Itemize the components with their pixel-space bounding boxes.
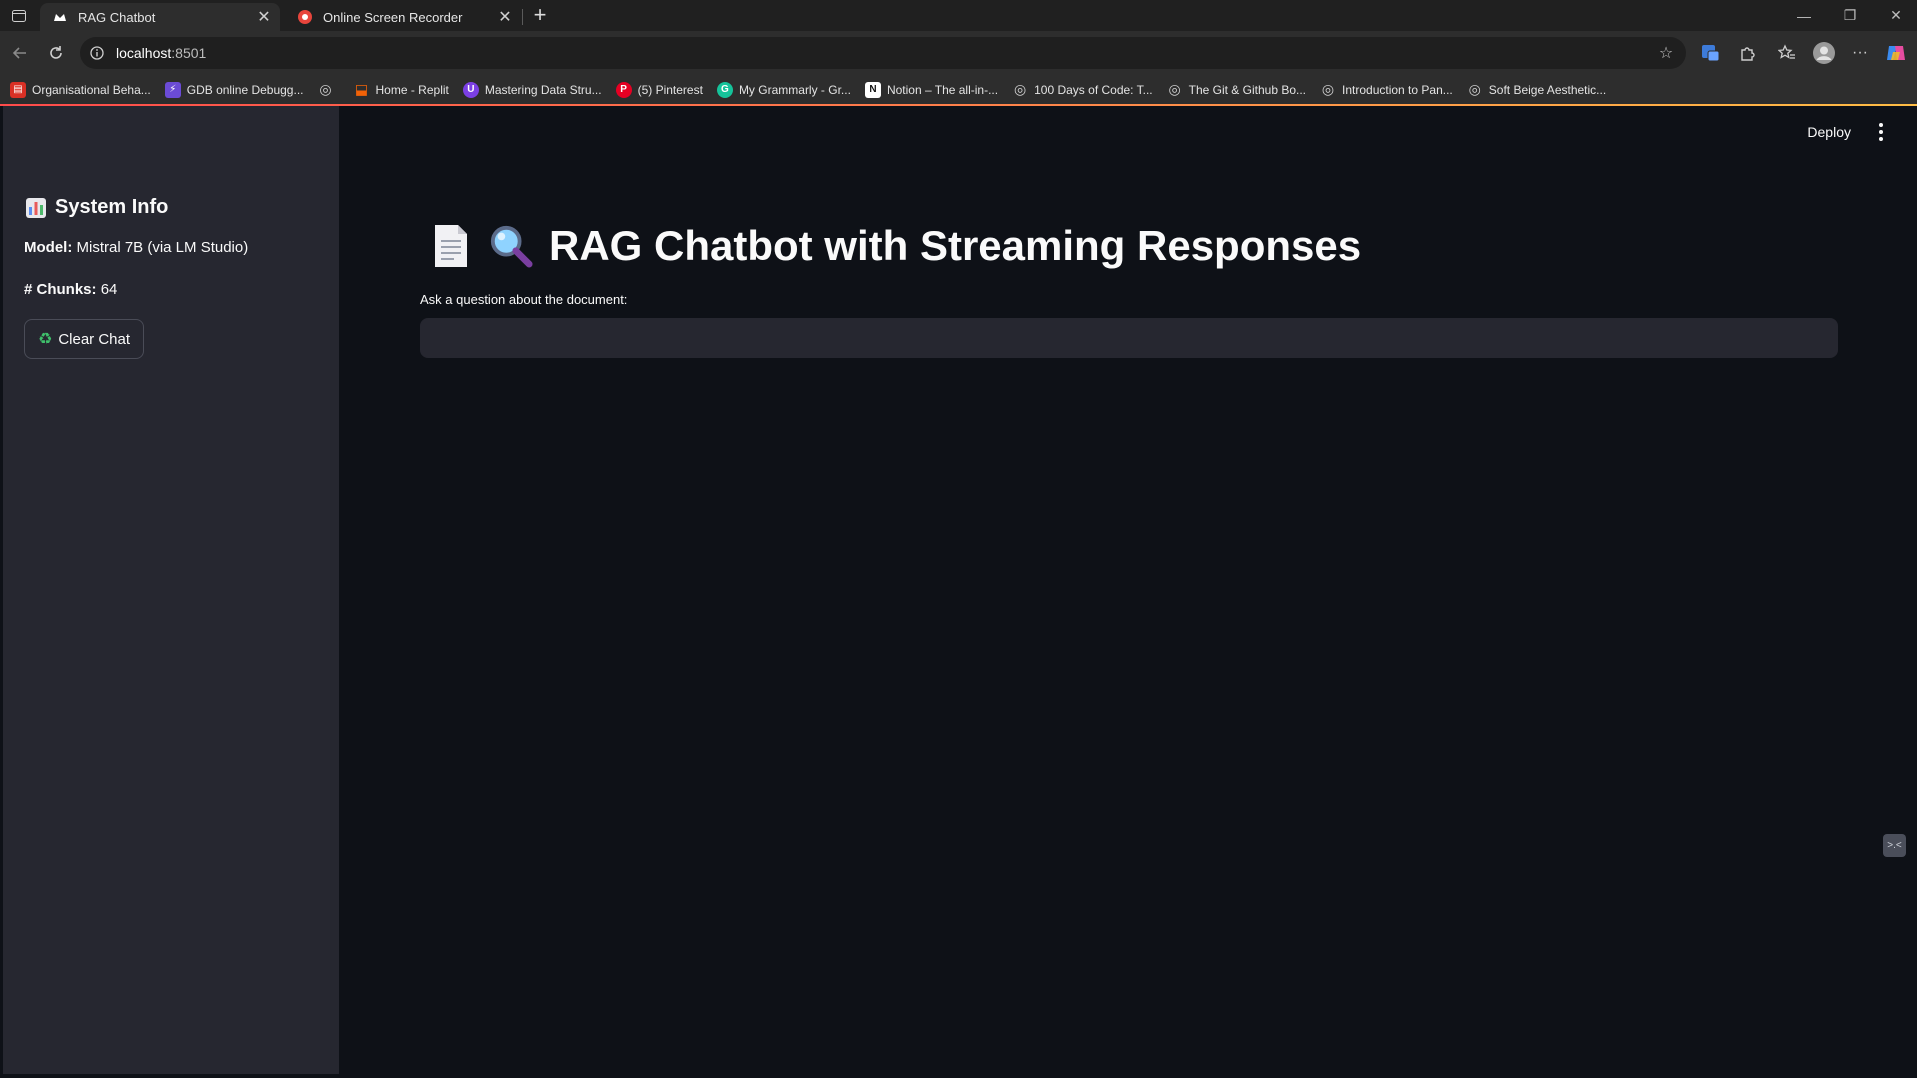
model-info: Model: Mistral 7B (via LM Studio)	[24, 239, 248, 256]
model-label: Model:	[24, 239, 73, 256]
bookmark-item[interactable]: ◎ Introduction to Pan...	[1320, 78, 1459, 102]
restore-window-button[interactable]: ❐	[1827, 0, 1873, 31]
streamlit-status-widget-icon[interactable]: >.<	[1883, 834, 1906, 857]
bookmark-item[interactable]: ⚡ GDB online Debugg...	[164, 78, 310, 102]
profile-avatar-icon[interactable]	[1810, 39, 1838, 67]
favorites-icon[interactable]	[1773, 39, 1801, 67]
bookmark-label: Notion – The all-in-...	[886, 82, 999, 97]
back-arrow-icon[interactable]	[6, 39, 34, 67]
bookmark-label: Mastering Data Stru...	[484, 82, 602, 97]
chunks-label: # Chunks:	[24, 281, 97, 298]
tab-title: RAG Chatbot	[78, 9, 156, 25]
document-icon	[429, 222, 473, 270]
bookmark-item[interactable]: U Mastering Data Stru...	[462, 78, 608, 102]
copilot-icon[interactable]	[1882, 39, 1910, 67]
url-port: :8501	[171, 45, 207, 61]
bookmark-label: Introduction to Pan...	[1342, 82, 1453, 97]
bookmark-label: 100 Days of Code: T...	[1034, 82, 1153, 97]
close-tab-icon[interactable]: ✕	[495, 7, 515, 27]
bookmark-item[interactable]: ◎	[318, 78, 346, 102]
browser-toolbar: localhost:8501 ☆ ···	[0, 31, 1917, 75]
main-content: Deploy RAG Chatbot with Streaming Respon…	[339, 106, 1917, 1074]
pdf-icon: ▤	[10, 81, 26, 98]
sidebar-title-text: System Info	[55, 196, 169, 218]
magnifier-icon	[489, 222, 533, 270]
model-value: Mistral 7B (via LM Studio)	[76, 239, 249, 256]
minimize-window-button[interactable]: —	[1781, 0, 1827, 31]
clear-chat-label: Clear Chat	[58, 330, 131, 348]
pinterest-icon: P	[615, 81, 632, 98]
bookmark-item[interactable]: ◎ The Git & Github Bo...	[1167, 78, 1312, 102]
chunks-info: # Chunks: 64	[24, 281, 117, 298]
extensions-puzzle-icon[interactable]	[1733, 39, 1761, 67]
record-icon	[297, 9, 313, 25]
deploy-button[interactable]: Deploy	[1807, 124, 1851, 140]
bar-chart-icon	[26, 197, 46, 218]
globe-icon: ◎	[319, 81, 332, 97]
address-bar[interactable]: localhost:8501 ☆	[80, 37, 1686, 69]
globe-icon: ◎	[1168, 81, 1181, 97]
page-title-text: RAG Chatbot with Streaming Responses	[549, 222, 1362, 269]
bookmark-item[interactable]: ⬓ Home - Replit	[354, 78, 455, 102]
shield-icon: U	[462, 81, 479, 98]
question-input-label: Ask a question about the document:	[420, 292, 628, 307]
tab-separator	[522, 9, 523, 25]
replit-icon: ⬓	[354, 81, 369, 97]
page-title: RAG Chatbot with Streaming Responses	[429, 218, 1361, 274]
bookmark-item[interactable]: N Notion – The all-in-...	[864, 78, 1004, 102]
bookmark-label: The Git & Github Bo...	[1188, 82, 1307, 97]
tab-online-screen-recorder[interactable]: Online Screen Recorder ✕	[285, 3, 521, 31]
favorite-star-icon[interactable]: ☆	[1652, 39, 1680, 67]
recycle-icon: ♻	[37, 331, 53, 348]
close-window-button[interactable]: ✕	[1873, 0, 1917, 31]
tab-rag-chatbot[interactable]: RAG Chatbot ✕	[40, 3, 280, 31]
bookmark-item[interactable]: ◎ Soft Beige Aesthetic...	[1467, 78, 1612, 102]
bookmark-item[interactable]: P (5) Pinterest	[615, 78, 709, 102]
url-host: localhost	[116, 45, 172, 61]
tab-actions-icon[interactable]	[0, 0, 38, 31]
streamlit-crown-icon	[52, 9, 68, 25]
bookmarks-bar: ▤ Organisational Beha... ⚡ GDB online Debu…	[0, 75, 1917, 104]
tab-title: Online Screen Recorder	[323, 9, 463, 25]
bookmark-label: GDB online Debugg...	[186, 82, 304, 97]
bookmark-item[interactable]: ▤ Organisational Beha...	[10, 78, 157, 102]
bookmark-label: Organisational Beha...	[32, 82, 151, 97]
bookmark-label: My Grammarly - Gr...	[738, 82, 851, 97]
globe-icon: ◎	[1014, 81, 1027, 97]
globe-icon: ◎	[1321, 81, 1335, 97]
bookmark-item[interactable]: G My Grammarly - Gr...	[716, 78, 857, 102]
sidebar-title: System Info	[25, 196, 168, 219]
more-options-icon[interactable]: ···	[1846, 39, 1874, 67]
bookmark-item[interactable]: ◎ 100 Days of Code: T...	[1012, 78, 1159, 102]
site-info-icon[interactable]	[88, 44, 106, 62]
close-tab-icon[interactable]: ✕	[254, 7, 274, 27]
chunks-value: 64	[100, 281, 118, 298]
url-text: localhost:8501	[116, 45, 1652, 61]
extension-translate-icon[interactable]	[1697, 39, 1725, 67]
grammarly-icon: G	[716, 81, 733, 98]
reload-icon[interactable]	[42, 39, 70, 67]
sidebar: System Info Model: Mistral 7B (via LM St…	[3, 106, 339, 1074]
main-menu-icon[interactable]	[1871, 120, 1891, 144]
clear-chat-button[interactable]: ♻ Clear Chat	[24, 319, 144, 359]
bookmark-label: Soft Beige Aesthetic...	[1488, 82, 1607, 97]
new-tab-button[interactable]: +	[528, 2, 552, 27]
notion-icon: N	[864, 81, 881, 98]
bolt-icon: ⚡	[164, 81, 181, 98]
bookmark-label: (5) Pinterest	[637, 82, 703, 97]
question-input[interactable]	[420, 318, 1838, 358]
globe-icon: ◎	[1468, 81, 1481, 97]
bookmark-label: Home - Replit	[375, 82, 449, 97]
